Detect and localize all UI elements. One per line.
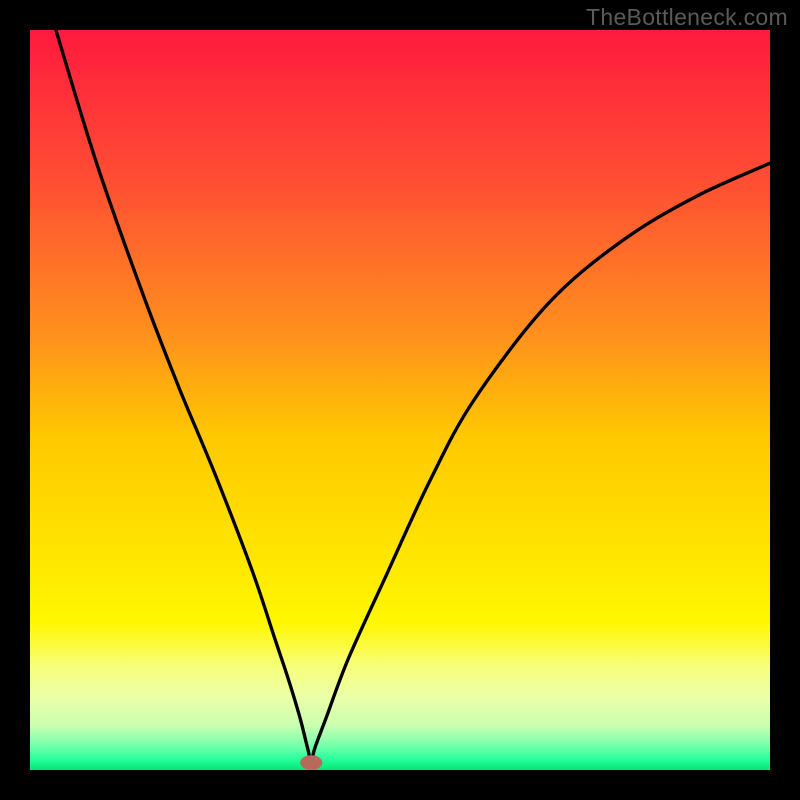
gradient-background [30, 30, 770, 770]
optimum-marker [300, 755, 322, 770]
bottleneck-chart [30, 30, 770, 770]
watermark-text: TheBottleneck.com [586, 4, 788, 31]
chart-frame: TheBottleneck.com [0, 0, 800, 800]
